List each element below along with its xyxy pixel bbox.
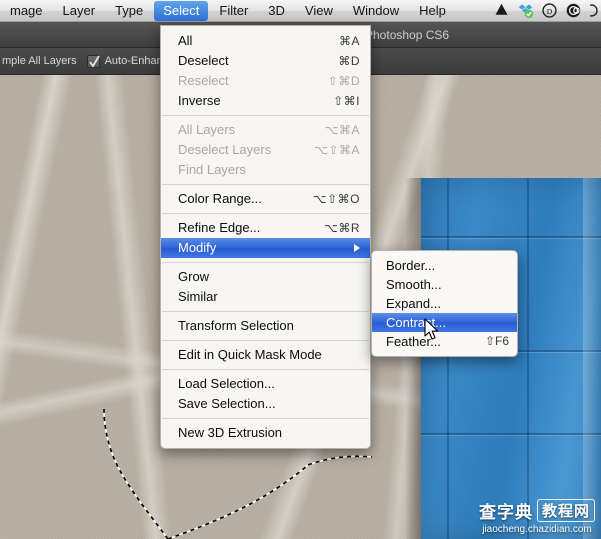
menu-item-inverse[interactable]: Inverse ⇧⌘I xyxy=(161,91,370,111)
watermark-url: jiaocheng.chazidian.com xyxy=(482,524,592,535)
menu-item-label: Inverse xyxy=(178,93,221,108)
menubar-item-type[interactable]: Type xyxy=(106,1,152,21)
watermark-text-2: 教程网 xyxy=(536,499,595,522)
menubar-item-view[interactable]: View xyxy=(296,1,342,21)
svg-text:D: D xyxy=(547,7,553,16)
menu-item-modify[interactable]: Modify xyxy=(161,238,370,258)
menubar-item-layer[interactable]: Layer xyxy=(54,1,105,21)
menu-separator xyxy=(162,311,369,312)
submenu-item-label: Smooth... xyxy=(386,277,442,292)
menu-item-all-layers: All Layers ⌥⌘A xyxy=(161,120,370,140)
menu-separator xyxy=(162,262,369,263)
menu-separator xyxy=(162,418,369,419)
menu-item-similar[interactable]: Similar xyxy=(161,287,370,307)
submenu-item-shortcut: ⇧F6 xyxy=(484,334,509,348)
google-drive-icon[interactable] xyxy=(493,2,510,19)
door-shadow xyxy=(405,178,421,539)
submenu-item-label: Contract... xyxy=(386,315,446,330)
menu-item-label: Deselect xyxy=(178,53,229,68)
menu-item-label: Edit in Quick Mask Mode xyxy=(178,347,322,362)
submenu-item-expand[interactable]: Expand... xyxy=(372,294,517,313)
menu-item-label: New 3D Extrusion xyxy=(178,425,283,440)
menu-item-label: Grow xyxy=(178,269,210,284)
menu-item-shortcut: ⌥⌘A xyxy=(324,123,360,137)
menu-item-label: Transform Selection xyxy=(178,318,294,333)
menu-item-label: Refine Edge... xyxy=(178,220,261,235)
menubar-item-select[interactable]: Select xyxy=(154,0,209,21)
menu-separator xyxy=(162,115,369,116)
menu-item-new-3d-extrusion[interactable]: New 3D Extrusion xyxy=(161,423,370,443)
menubar-item-3d[interactable]: 3D xyxy=(259,1,294,21)
submenu-item-contract[interactable]: Contract... xyxy=(372,313,517,332)
menubar-item-image[interactable]: mage xyxy=(1,1,52,21)
menubar-item-filter[interactable]: Filter xyxy=(210,1,257,21)
submenu-item-label: Expand... xyxy=(386,296,441,311)
menu-item-grow[interactable]: Grow xyxy=(161,267,370,287)
menu-item-label: Modify xyxy=(178,240,217,255)
menu-item-edit-in-quick-mask-mode[interactable]: Edit in Quick Mask Mode xyxy=(161,345,370,365)
checkmark-icon xyxy=(88,55,100,68)
menu-item-all[interactable]: All ⌘A xyxy=(161,31,370,51)
menu-item-deselect[interactable]: Deselect ⌘D xyxy=(161,51,370,71)
dash-icon[interactable]: D xyxy=(541,2,558,19)
menu-item-shortcut: ⌥⇧⌘O xyxy=(312,192,360,206)
menu-item-label: Deselect Layers xyxy=(178,142,272,157)
menu-item-shortcut: ⌘A xyxy=(338,34,360,48)
submenu-item-label: Border... xyxy=(386,258,436,273)
menu-item-label: Save Selection... xyxy=(178,396,276,411)
menu-item-shortcut: ⌘D xyxy=(338,54,360,68)
menu-item-label: Color Range... xyxy=(178,191,262,206)
menu-item-find-layers: Find Layers xyxy=(161,160,370,180)
watermark-chinese: 查字典 教程网 xyxy=(479,498,595,523)
submenu-item-smooth[interactable]: Smooth... xyxy=(372,275,517,294)
menu-item-load-selection[interactable]: Load Selection... xyxy=(161,374,370,394)
menu-item-shortcut: ⌥⌘R xyxy=(324,221,360,235)
submenu-item-feather[interactable]: Feather... ⇧F6 xyxy=(372,332,517,351)
menu-item-label: Find Layers xyxy=(178,162,246,177)
partial-icon[interactable] xyxy=(589,2,598,19)
dropbox-icon[interactable] xyxy=(517,2,534,19)
door-frame xyxy=(583,178,601,539)
photoshop-screenshot: e Photoshop CS6 mple All Layers Auto-Enh… xyxy=(0,0,601,539)
menu-item-label: Load Selection... xyxy=(178,376,275,391)
auto-enhance-checkbox[interactable] xyxy=(86,54,100,68)
menu-item-label: Reselect xyxy=(178,73,229,88)
macos-menu-bar[interactable]: mage Layer Type Select Filter 3D View Wi… xyxy=(0,0,601,22)
menu-item-color-range[interactable]: Color Range... ⌥⇧⌘O xyxy=(161,189,370,209)
sample-all-layers-label: mple All Layers xyxy=(2,55,77,67)
menu-separator xyxy=(162,213,369,214)
watermark: 查字典 教程网 jiaocheng.chazidian.com xyxy=(479,498,595,535)
blue-door xyxy=(421,178,601,539)
menu-item-label: All Layers xyxy=(178,122,236,137)
menu-separator xyxy=(162,340,369,341)
menu-item-reselect: Reselect ⇧⌘D xyxy=(161,71,370,91)
menu-item-refine-edge[interactable]: Refine Edge... ⌥⌘R xyxy=(161,218,370,238)
menubar-item-window[interactable]: Window xyxy=(344,1,408,21)
creative-cloud-icon[interactable] xyxy=(565,2,582,19)
watermark-text-1: 查字典 xyxy=(478,503,533,522)
select-dropdown-menu[interactable]: All ⌘A Deselect ⌘D Reselect ⇧⌘D Inverse ⇧⌘I All … xyxy=(160,25,371,449)
menu-item-deselect-layers: Deselect Layers ⌥⇧⌘A xyxy=(161,140,370,160)
menu-item-shortcut: ⇧⌘I xyxy=(333,94,360,108)
menubar-status-tray[interactable]: D xyxy=(493,2,601,19)
menu-separator xyxy=(162,184,369,185)
menu-item-save-selection[interactable]: Save Selection... xyxy=(161,394,370,414)
menu-item-label: Similar xyxy=(178,289,218,304)
modify-submenu[interactable]: Border... Smooth... Expand... Contract... Fe… xyxy=(371,250,518,357)
menu-item-shortcut: ⇧⌘D xyxy=(327,74,360,88)
menu-item-transform-selection[interactable]: Transform Selection xyxy=(161,316,370,336)
submenu-item-label: Feather... xyxy=(386,334,441,349)
menu-item-label: All xyxy=(178,33,193,48)
submenu-arrow-icon xyxy=(354,244,360,252)
submenu-item-border[interactable]: Border... xyxy=(372,256,517,275)
menu-separator xyxy=(162,369,369,370)
menu-item-shortcut: ⌥⇧⌘A xyxy=(314,143,360,157)
menubar-item-help[interactable]: Help xyxy=(410,1,455,21)
